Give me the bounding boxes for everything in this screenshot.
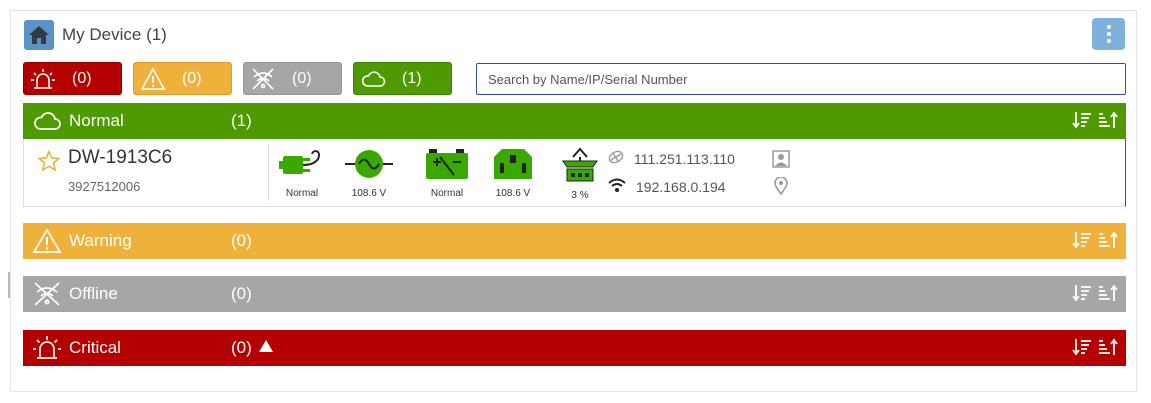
collapse-triangle-icon[interactable] xyxy=(258,338,274,358)
input-voltage-metric: 108.6 V xyxy=(341,147,397,199)
offline-icon xyxy=(31,281,63,307)
wan-ip-line: 111.251.113.110 xyxy=(608,149,735,168)
filter-warning-button[interactable]: (0) xyxy=(133,62,232,95)
device-row[interactable]: DW-1913C6 3927512006 Normal 108.6 V Norm… xyxy=(23,139,1126,207)
sort-descending-icon[interactable] xyxy=(1072,283,1092,308)
group-normal-header[interactable]: Normal (1) xyxy=(23,103,1126,139)
load-metric: 3 % xyxy=(552,147,608,201)
metric-label: 108.6 V xyxy=(351,188,387,199)
dot-icon xyxy=(1106,32,1111,36)
filter-count: (1) xyxy=(402,69,422,87)
group-count: (0) xyxy=(231,231,252,250)
group-count: (1) xyxy=(231,111,252,130)
location-pin-icon[interactable] xyxy=(774,176,788,200)
search-input[interactable] xyxy=(476,63,1126,95)
group-offline-header[interactable]: Offline (0) xyxy=(23,276,1126,312)
siren-icon xyxy=(30,66,56,92)
metric-label: Normal xyxy=(430,188,464,199)
outlet-icon xyxy=(490,147,536,186)
metric-label: 108.6 V xyxy=(495,188,531,199)
more-menu-button[interactable] xyxy=(1092,18,1125,50)
group-count-wrap: (0) xyxy=(231,338,274,358)
warning-triangle-icon xyxy=(31,228,63,254)
cloud-icon xyxy=(360,66,386,92)
input-power-metric: Normal xyxy=(274,147,330,199)
row-divider xyxy=(268,143,269,201)
sort-ascending-icon[interactable] xyxy=(1098,230,1118,255)
group-warning-header[interactable]: Warning (0) xyxy=(23,223,1126,259)
group-count: (0) xyxy=(231,284,252,303)
filter-count: (0) xyxy=(72,69,92,87)
filter-critical-button[interactable]: (0) xyxy=(23,62,122,95)
sort-ascending-icon[interactable] xyxy=(1098,110,1118,135)
filter-offline-button[interactable]: (0) xyxy=(243,62,342,95)
group-count: (0) xyxy=(231,338,252,357)
sort-descending-icon[interactable] xyxy=(1072,337,1092,362)
wifi-icon xyxy=(608,177,626,196)
status-filters: (0) (0) (0) (1) xyxy=(23,62,452,95)
cloud-icon xyxy=(31,110,63,132)
favorite-star-icon[interactable] xyxy=(37,149,61,177)
filter-count: (0) xyxy=(182,69,202,87)
sort-ascending-icon[interactable] xyxy=(1098,283,1118,308)
battery-icon xyxy=(424,147,470,186)
lan-ip-line: 192.168.0.194 xyxy=(608,177,726,196)
warning-triangle-icon xyxy=(140,66,166,92)
contact-icon[interactable] xyxy=(772,150,790,173)
group-label: Warning xyxy=(69,231,132,250)
output-voltage-metric: 108.6 V xyxy=(485,147,541,199)
dot-icon xyxy=(1106,25,1111,29)
page-title: My Device (1) xyxy=(62,25,167,44)
metric-label: Normal xyxy=(285,188,319,199)
group-label: Normal xyxy=(69,111,124,130)
panel-header: My Device (1) xyxy=(24,19,167,51)
group-label: Offline xyxy=(69,284,118,303)
offline-icon xyxy=(250,66,276,92)
ac-input-icon xyxy=(345,147,393,186)
sort-descending-icon[interactable] xyxy=(1072,110,1092,135)
filter-normal-button[interactable]: (1) xyxy=(353,62,452,95)
battery-metric: Normal xyxy=(419,147,475,199)
group-label: Critical xyxy=(69,338,121,357)
device-name[interactable]: DW-1913C6 xyxy=(68,147,172,169)
device-panel: My Device (1) (0) (0) (0) (1) Search by … xyxy=(10,10,1137,392)
sort-descending-icon[interactable] xyxy=(1072,230,1092,255)
sort-ascending-icon[interactable] xyxy=(1098,337,1118,362)
globe-icon xyxy=(608,149,624,168)
device-serial: 3927512006 xyxy=(68,179,141,194)
home-icon[interactable] xyxy=(24,20,54,50)
wan-ip-text: 111.251.113.110 xyxy=(634,150,735,167)
filter-count: (0) xyxy=(292,69,312,87)
dot-icon xyxy=(1106,39,1111,43)
group-critical-header[interactable]: Critical (0) xyxy=(23,330,1126,366)
metric-label: 3 % xyxy=(571,190,589,201)
power-plug-icon xyxy=(279,147,325,186)
lan-ip-text: 192.168.0.194 xyxy=(636,178,726,195)
load-icon xyxy=(557,147,603,188)
siren-icon xyxy=(31,335,63,361)
